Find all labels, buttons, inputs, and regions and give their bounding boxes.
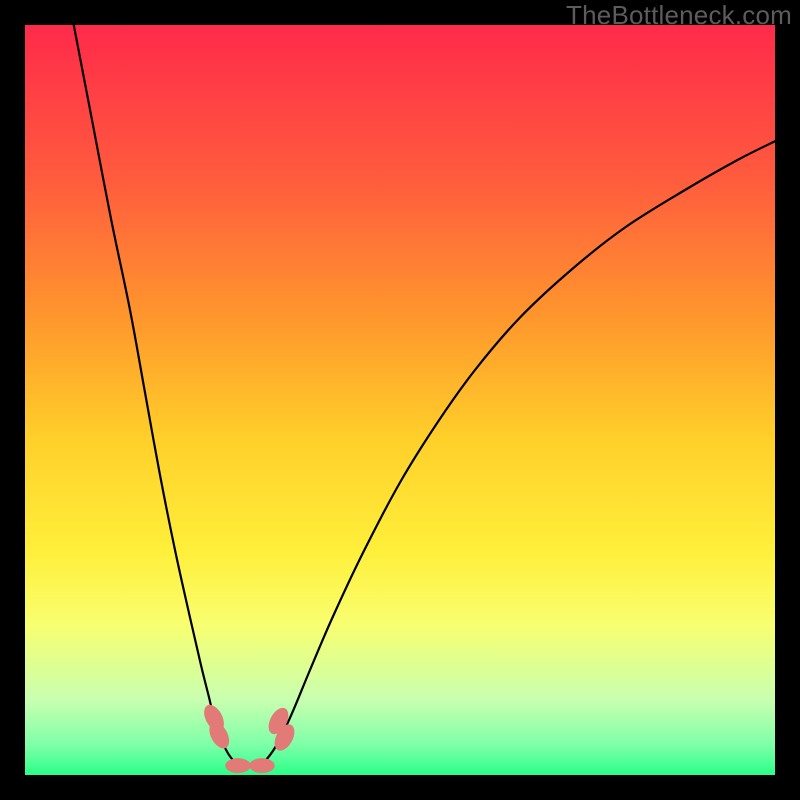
marker-4: [225, 758, 251, 773]
chart-frame: TheBottleneck.com: [0, 0, 800, 800]
plot-area: [25, 25, 775, 775]
chart-background-gradient: [25, 25, 775, 775]
watermark-text: TheBottleneck.com: [566, 0, 792, 31]
chart-canvas: [25, 25, 775, 775]
marker-5: [249, 758, 275, 773]
